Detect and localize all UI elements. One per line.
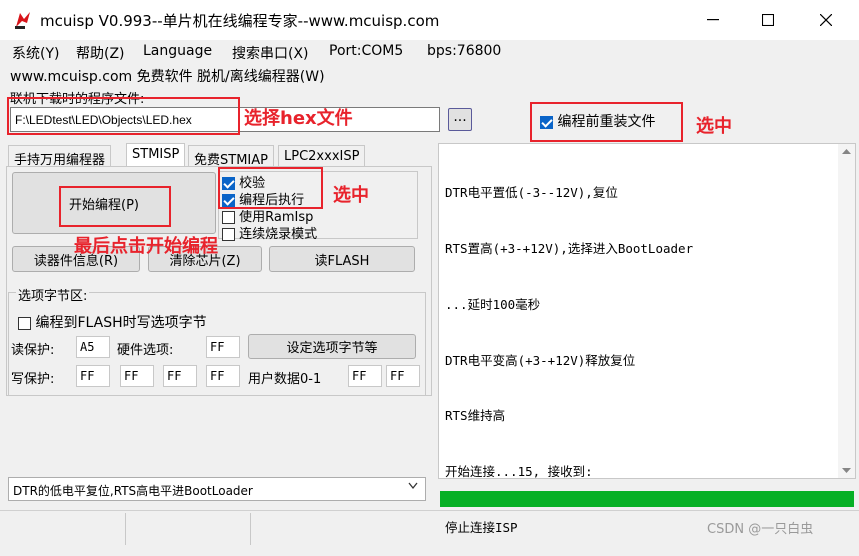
- annotation-box-file: [7, 97, 240, 135]
- log-line: DTR电平变高(+3-+12V)释放复位: [445, 352, 636, 368]
- chevron-down-icon[interactable]: [408, 482, 418, 490]
- menu-bps[interactable]: bps:76800: [427, 43, 501, 59]
- write-protect-field-3[interactable]: FF: [206, 365, 240, 387]
- write-option-flash-checkbox[interactable]: 编程到FLASH时写选项字节: [18, 312, 207, 332]
- tab-stmisp[interactable]: STMISP: [126, 143, 186, 167]
- annotation-click-start: 最后点击开始编程: [74, 236, 218, 257]
- tab-stmiap[interactable]: 免费STMIAP: [188, 145, 274, 168]
- menu-system[interactable]: 系统(Y): [12, 43, 59, 63]
- hw-option-field[interactable]: FF: [206, 336, 240, 358]
- menu-offline-programmer[interactable]: www.mcuisp.com 免费软件 脱机/离线编程器(W): [10, 66, 325, 86]
- log-line: DTR电平置低(-3--12V),复位: [445, 185, 618, 201]
- watermark: CSDN @一只白虫: [707, 522, 814, 537]
- write-protect-field-1[interactable]: FF: [120, 365, 154, 387]
- log-line: 开始连接...15, 接收到:: [445, 464, 593, 480]
- menu-language[interactable]: Language: [143, 43, 212, 59]
- progress-bar: [440, 491, 854, 507]
- status-divider: [250, 513, 251, 545]
- write-protect-field-2[interactable]: FF: [163, 365, 197, 387]
- write-protect-field-0[interactable]: FF: [76, 365, 110, 387]
- write-option-check-icon[interactable]: [18, 316, 31, 330]
- window-title: mcuisp V0.993--单片机在线编程专家--www.mcuisp.com: [40, 12, 440, 30]
- continuous-check-icon[interactable]: [222, 228, 235, 241]
- maximize-icon: [762, 14, 774, 26]
- tab-lpc2xxxisp[interactable]: LPC2xxxISP: [278, 145, 366, 167]
- tab-handheld[interactable]: 手持万用编程器: [8, 145, 112, 168]
- annotation-check-options: 选中: [333, 185, 369, 206]
- scroll-arrows-icon: [842, 149, 851, 473]
- user-data-field-0[interactable]: FF: [348, 365, 382, 387]
- continuous-checkbox[interactable]: 连续烧录模式: [222, 223, 317, 242]
- annotation-select-hex: 选择hex文件: [244, 108, 353, 129]
- read-protect-label: 读保护:: [11, 343, 55, 358]
- user-data-label: 用户数据0-1: [248, 372, 322, 387]
- read-protect-field[interactable]: A5: [76, 336, 110, 358]
- continuous-label: 连续烧录模式: [239, 227, 318, 242]
- log-scrollbar[interactable]: [838, 144, 855, 478]
- annotation-box-options: [218, 167, 323, 209]
- annotation-box-reload: [530, 102, 683, 142]
- minimize-icon: [707, 19, 719, 21]
- annotation-box-start: [59, 186, 171, 227]
- log-line: RTS置高(+3-+12V),选择进入BootLoader: [445, 240, 694, 256]
- hw-option-label: 硬件选项:: [117, 343, 174, 358]
- menu-port[interactable]: Port:COM5: [329, 43, 403, 59]
- annotation-check-reload: 选中: [696, 116, 732, 137]
- menu-help[interactable]: 帮助(Z): [76, 43, 125, 63]
- close-button[interactable]: [803, 0, 849, 40]
- app-icon: [15, 12, 30, 29]
- option-bytes-title: 选项字节区:: [16, 285, 90, 304]
- write-protect-label: 写保护:: [11, 372, 55, 387]
- set-option-bytes-button[interactable]: 设定选项字节等: [248, 334, 416, 359]
- user-data-field-1[interactable]: FF: [386, 365, 420, 387]
- close-icon: [820, 14, 832, 26]
- menu-search-port[interactable]: 搜索串口(X): [232, 43, 309, 63]
- read-flash-button[interactable]: 读FLASH: [269, 246, 415, 272]
- browse-button[interactable]: ...: [448, 108, 472, 131]
- write-option-label: 编程到FLASH时写选项字节: [35, 315, 207, 331]
- status-divider: [125, 513, 126, 545]
- minimize-button[interactable]: [690, 0, 736, 40]
- maximize-button[interactable]: [745, 0, 791, 40]
- log-line: ...延时100毫秒: [445, 296, 541, 312]
- log-line: RTS维持高: [445, 408, 506, 424]
- reset-mode-select[interactable]: DTR的低电平复位,RTS高电平进BootLoader: [8, 477, 426, 501]
